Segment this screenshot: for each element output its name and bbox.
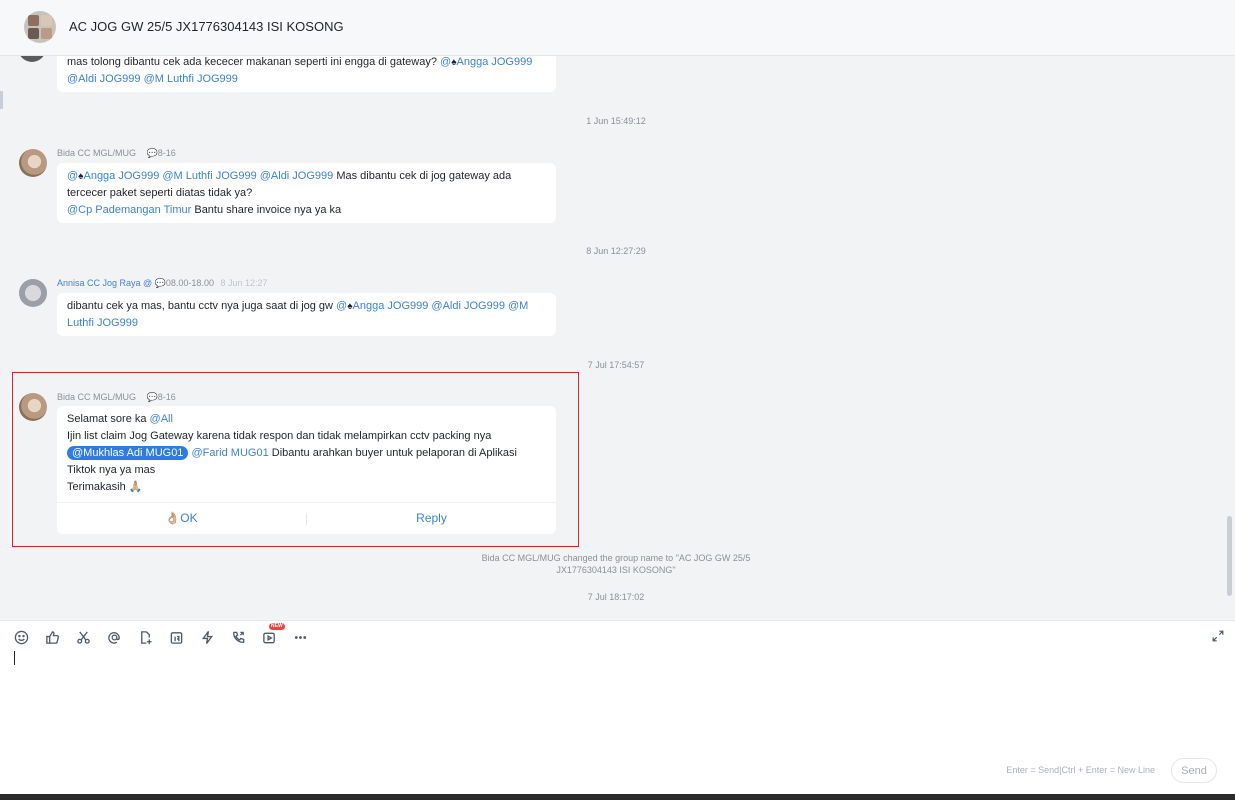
message-actions: 👌🏼OK Reply [57, 502, 556, 534]
video-icon[interactable]: NEW [262, 623, 293, 647]
message-text: dibantu cek ya mas, bantu cctv nya juga … [67, 298, 546, 332]
sender-meta: 💬8-16 [146, 392, 176, 402]
calendar-icon[interactable] [169, 627, 200, 647]
chat-header: AC JOG GW 25/5 JX1776304143 ISI KOSONG [0, 0, 1235, 56]
message-input[interactable] [14, 653, 1214, 753]
sender-time: 8 Jun 12:27 [220, 278, 268, 288]
group-title[interactable]: AC JOG GW 25/5 JX1776304143 ISI KOSONG [69, 19, 344, 34]
thumbs-up-icon[interactable] [45, 627, 76, 647]
sender-info: Annisa CC Jog Raya @ 💬08.00-18.00 8 Jun … [57, 278, 268, 289]
timestamp: 7 Jul 17:54:57 [587, 360, 645, 370]
message-text: mas tolong dibantu cek ada kececer makan… [67, 56, 546, 88]
flash-icon[interactable] [200, 627, 231, 647]
mention-link[interactable]: Angga JOG999 @M Luthfi JOG999 @Aldi JOG9… [83, 170, 333, 182]
avatar[interactable] [19, 279, 47, 307]
mention-link[interactable]: @ [440, 56, 451, 68]
avatar[interactable] [19, 149, 47, 177]
ok-button[interactable]: 👌🏼OK [57, 510, 306, 527]
message-list[interactable]: mas tolong dibantu cek ada kececer makan… [0, 56, 1235, 620]
more-icon[interactable] [293, 627, 324, 647]
expand-icon[interactable] [1211, 629, 1225, 643]
mention-link[interactable]: @ [67, 170, 78, 182]
scissors-icon[interactable] [76, 627, 107, 647]
reply-button[interactable]: Reply [307, 510, 556, 527]
timestamp: 1 Jun 15:49:12 [586, 116, 646, 126]
phone-icon[interactable] [231, 627, 262, 647]
avatar[interactable] [19, 393, 47, 421]
message-fragment: dibantu cek ya mas, bantu cctv nya juga … [67, 300, 337, 312]
avatar[interactable] [18, 56, 46, 62]
message-text: Selamat sore ka @All Ijin list claim Jog … [67, 411, 546, 496]
sender-meta: 💬8-16 [146, 148, 176, 158]
message-fragment: Ijin list claim Jog Gateway karena tidak… [67, 430, 492, 442]
message-fragment: Selamat sore ka [67, 413, 150, 425]
mention-link[interactable]: @Aldi JOG999 [67, 73, 141, 85]
mention-link[interactable]: @All [150, 413, 173, 425]
message-bubble: @♠Angga JOG999 @M Luthfi JOG999 @Aldi JO… [57, 163, 556, 223]
mention-link[interactable]: @Farid MUG01 [192, 447, 269, 459]
sender-name[interactable]: Bida CC MGL/MUG [57, 148, 136, 158]
chat-window: AC JOG GW 25/5 JX1776304143 ISI KOSONG m… [0, 0, 1235, 800]
send-button[interactable]: Send [1171, 758, 1217, 783]
sender-info: Bida CC MGL/MUG 💬8-16 [57, 148, 176, 159]
at-icon[interactable] [107, 627, 138, 647]
message-fragment: Bantu share invoice nya ya ka [191, 204, 342, 216]
new-badge: NEW [269, 623, 285, 630]
mention-link[interactable]: @M Luthfi JOG999 [144, 73, 238, 85]
message-text: @♠Angga JOG999 @M Luthfi JOG999 @Aldi JO… [67, 168, 546, 219]
sender-meta: 💬08.00-18.00 [154, 278, 214, 288]
composer-toolbar: NEW [14, 623, 324, 647]
system-notice: Bida CC MGL/MUG changed the group name t… [481, 553, 751, 575]
message-bubble: dibantu cek ya mas, bantu cctv nya juga … [57, 293, 556, 336]
mention-link[interactable]: @ [336, 300, 347, 312]
sender-name[interactable]: Bida CC MGL/MUG [57, 392, 136, 402]
message-bubble: Selamat sore ka @All Ijin list claim Jog … [57, 406, 556, 534]
keyboard-hint: Enter = Send|Ctrl + Enter = New Line [1006, 765, 1155, 775]
smile-icon[interactable] [14, 627, 45, 647]
scroll-indicator [0, 91, 3, 109]
mention-link[interactable]: Angga JOG999 [457, 56, 533, 68]
timestamp: 8 Jun 12:27:29 [586, 246, 646, 256]
scrollbar-thumb[interactable] [1227, 516, 1232, 596]
mention-link[interactable]: @Cp Pademangan Timur [67, 204, 191, 216]
group-avatar[interactable] [24, 11, 56, 43]
sender-name[interactable]: Annisa CC Jog Raya @ [57, 278, 152, 288]
message-bubble: mas tolong dibantu cek ada kececer makan… [57, 56, 556, 92]
sender-info: Bida CC MGL/MUG 💬8-16 [57, 392, 176, 403]
file-add-icon[interactable] [138, 627, 169, 647]
mention-link[interactable]: @Mukhlas Adi MUG01 [67, 446, 189, 460]
os-taskbar [0, 794, 1235, 800]
message-fragment: Terimakasih 🙏🏼 [67, 481, 143, 493]
message-fragment: mas tolong dibantu cek ada kececer makan… [67, 56, 441, 68]
composer: NEW Enter = Send|Ctrl + Enter = New Line… [0, 620, 1235, 794]
timestamp: 7 Jul 18:17:02 [587, 592, 645, 602]
